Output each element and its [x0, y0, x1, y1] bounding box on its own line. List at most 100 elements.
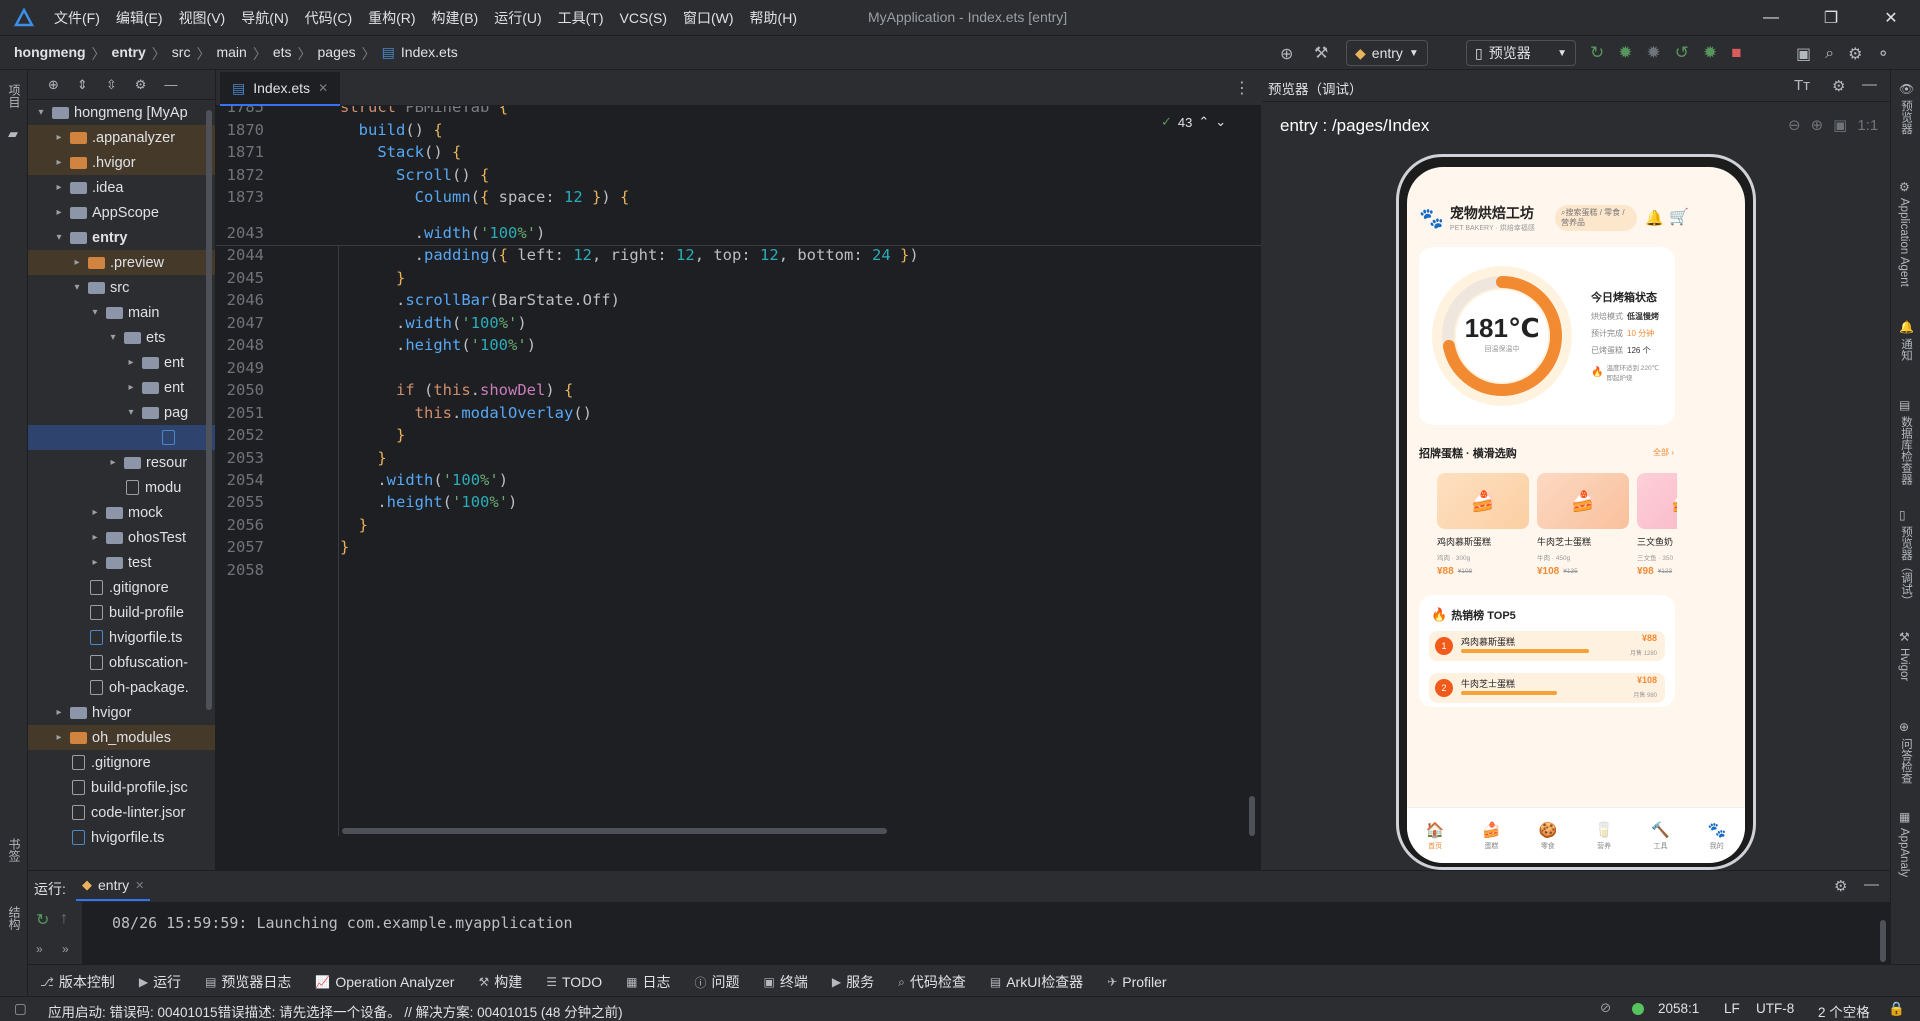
search-icon[interactable]: ⌕ [1825, 45, 1834, 63]
zoom-out-icon[interactable]: ⊖ [1788, 116, 1801, 134]
breadcrumb-item[interactable]: main [216, 44, 246, 64]
breadcrumb-item[interactable]: hongmeng [14, 44, 86, 64]
run-tab-entry[interactable]: ◆ entry ✕ [76, 871, 151, 901]
maximize-button[interactable]: ❐ [1808, 0, 1854, 36]
chevron-down-icon[interactable]: ▾ [70, 282, 84, 293]
tool-window-button[interactable]: ▦ 日志 [626, 972, 670, 992]
chevron-right-icon[interactable]: ▸ [52, 132, 66, 143]
tool-window-button[interactable]: ▣ 终端 [764, 972, 808, 992]
tree-node[interactable]: ▾ ets [28, 325, 215, 350]
chevron-right-icon[interactable]: ▸ [70, 257, 84, 268]
tree-scrollbar[interactable] [206, 110, 212, 710]
device-select[interactable]: ▯ 预览器 ▼ [1466, 40, 1576, 66]
bookmarks-tool-tab[interactable]: 书签 [6, 838, 23, 862]
right-tool-tab[interactable]: 预览器 [1898, 100, 1914, 135]
indent-setting[interactable]: 2 个空格 [1818, 1001, 1870, 1021]
cart-icon[interactable]: 🛒 [1669, 207, 1689, 227]
tree-node[interactable]: code-linter.jsor [28, 800, 215, 825]
tree-node[interactable]: ▸ .hvigor [28, 150, 215, 175]
menu-item[interactable]: 导航(N) [241, 8, 288, 28]
menu-item[interactable]: 文件(F) [54, 8, 100, 28]
stop-icon[interactable]: ■ [1731, 43, 1741, 63]
more-icon[interactable]: ⋮ [1234, 78, 1250, 98]
app-tab[interactable]: 🥛 营养 [1576, 808, 1632, 863]
app-tab[interactable]: 🐾 我的 [1689, 808, 1745, 863]
chevron-down-icon[interactable]: ▾ [106, 332, 120, 343]
tree-node[interactable]: ▸ oh_modules [28, 725, 215, 750]
tool-icon[interactable]: ⚒ [1899, 630, 1910, 644]
hide-icon[interactable]: — [1864, 876, 1879, 893]
account-icon[interactable]: ⚬ [1876, 44, 1889, 64]
menu-item[interactable]: 视图(V) [179, 8, 226, 28]
gear-icon[interactable]: ⚙ [135, 77, 147, 93]
app-tab[interactable]: 🍰 蛋糕 [1463, 808, 1519, 863]
structure-tool-tab[interactable]: 结构 [6, 906, 23, 930]
tree-node[interactable]: oh-package. [28, 675, 215, 700]
tool-icon[interactable]: ▤ [1899, 398, 1910, 412]
tree-node[interactable]: ▾ entry [28, 225, 215, 250]
right-tool-tab[interactable]: Hvigor [1898, 648, 1910, 681]
menu-item[interactable]: 代码(C) [305, 8, 352, 28]
tool-window-button[interactable]: 📈 Operation Analyzer [315, 974, 454, 990]
breadcrumb-item[interactable]: pages [318, 44, 356, 64]
tool-window-button[interactable]: ▶ 运行 [139, 972, 181, 992]
chevron-right-icon[interactable]: ▸ [52, 157, 66, 168]
tree-node[interactable]: ▸ .preview [28, 250, 215, 275]
debug-icon[interactable]: ✹ [1618, 43, 1632, 63]
inspection-widget[interactable]: ✓ 43 ⌃ ⌄ [1161, 114, 1226, 130]
right-tool-tab[interactable]: Application Agent [1898, 198, 1910, 287]
chevron-right-icon[interactable]: ▸ [88, 532, 102, 543]
project-tool-tab[interactable]: 项目 [6, 84, 23, 108]
breadcrumb-item[interactable]: entry [112, 44, 146, 64]
tree-node[interactable]: ▸ ent [28, 375, 215, 400]
locate-icon[interactable]: ⊕ [48, 77, 59, 93]
target-icon[interactable]: ⊕ [1280, 44, 1293, 64]
chevron-down-icon[interactable]: ▾ [52, 232, 66, 243]
font-size-icon[interactable]: Tт [1794, 77, 1810, 94]
tool-window-button[interactable]: ☰ TODO [546, 974, 602, 990]
chevron-down-icon[interactable]: ▾ [124, 407, 138, 418]
chevron-down-icon[interactable]: ⌄ [1215, 114, 1226, 130]
right-tool-tab[interactable]: AppAnaly [1898, 828, 1910, 877]
chevron-right-icon[interactable]: ▸ [124, 382, 138, 393]
menu-item[interactable]: 工具(T) [558, 8, 604, 28]
menu-item[interactable]: VCS(S) [620, 10, 667, 26]
menu-item[interactable]: 运行(U) [494, 8, 541, 28]
tree-node[interactable]: build-profile.jsc [28, 775, 215, 800]
code-area[interactable]: 1785 struct PBMineTab {1870 build() {1871… [216, 106, 1261, 870]
tree-node[interactable]: ▾ main [28, 300, 215, 325]
tree-node[interactable]: .gitignore [28, 575, 215, 600]
right-tool-tab[interactable]: 通知 [1898, 338, 1914, 361]
tool-window-button[interactable]: ▶ 服务 [832, 972, 874, 992]
section-more-link[interactable]: 全部 › [1653, 447, 1674, 458]
tool-icon[interactable]: ⚙ [1899, 180, 1910, 194]
app-search-box[interactable]: ⌕搜索蛋糕 / 零食 / 营养品 [1555, 205, 1637, 231]
chevron-right-icon[interactable]: ▸ [52, 707, 66, 718]
expand-all-icon[interactable]: ⇕ [77, 77, 88, 93]
hammer-icon[interactable]: ⚒ [1314, 43, 1328, 63]
tree-node[interactable]: ▾ src [28, 275, 215, 300]
hot-item[interactable]: 2 牛肉芝士蛋糕 ¥108 月售 980 [1429, 673, 1665, 703]
device-manager-icon[interactable]: ▣ [1796, 44, 1811, 64]
tool-window-button[interactable]: ⚒ 构建 [478, 972, 522, 992]
run-console[interactable]: ↻ ↑ » » 08/26 15:59:59: Launching com.ex… [28, 902, 1890, 964]
hide-icon[interactable]: — [164, 77, 177, 92]
menu-item[interactable]: 编辑(E) [116, 8, 163, 28]
tree-node[interactable]: obfuscation- [28, 650, 215, 675]
tool-icon[interactable]: 🔔 [1899, 320, 1914, 334]
zoom-in-icon[interactable]: ⊕ [1811, 116, 1824, 134]
hot-item[interactable]: 1 鸡肉慕斯蛋糕 ¥88 月售 1280 [1429, 631, 1665, 661]
gear-icon[interactable]: ⚙ [1834, 877, 1847, 895]
cake-card[interactable]: 🍰 牛肉芝士蛋糕 牛肉 · 450g ¥108 ¥135 [1537, 473, 1629, 585]
tree-node[interactable]: ▸ test [28, 550, 215, 575]
ratio-label[interactable]: 1:1 [1857, 117, 1878, 134]
tree-node[interactable]: ▸ ent [28, 350, 215, 375]
tree-node[interactable]: ▸ .idea [28, 175, 215, 200]
chevron-right-icon[interactable]: ▸ [124, 357, 138, 368]
chevron-down-icon[interactable]: ▾ [88, 307, 102, 318]
tree-node[interactable]: hvigorfile.ts [28, 825, 215, 850]
tool-icon[interactable]: ▯ [1899, 508, 1906, 522]
chevron-up-icon[interactable]: ⌃ [1198, 114, 1209, 130]
tool-window-button[interactable]: ⓘ 问题 [695, 972, 740, 992]
console-scrollbar[interactable] [1880, 920, 1886, 962]
